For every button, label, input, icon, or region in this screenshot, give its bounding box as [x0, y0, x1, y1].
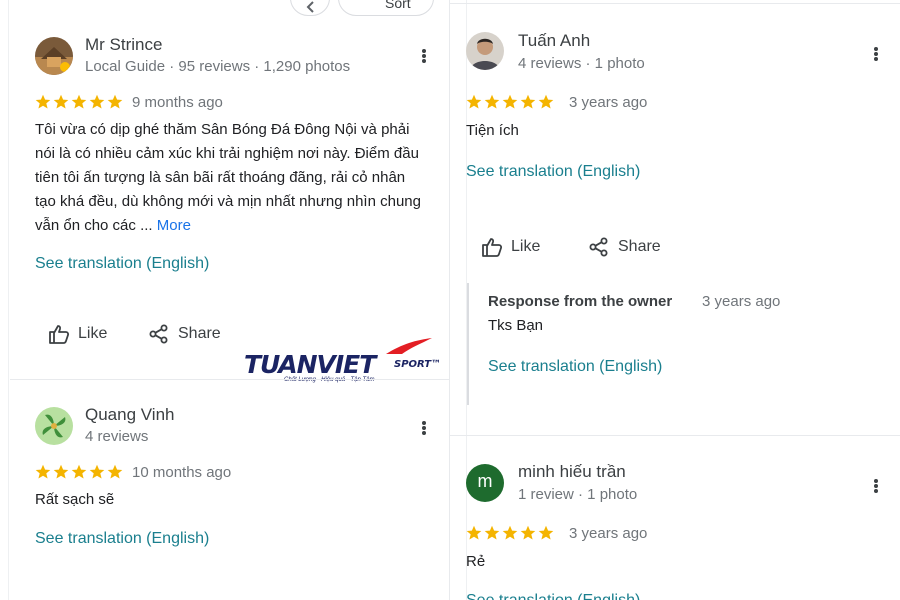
see-translation-link[interactable]: See translation (English) — [466, 592, 640, 600]
avatar[interactable]: m — [466, 464, 504, 502]
star-rating — [466, 94, 556, 110]
chevron-left-icon — [306, 1, 314, 13]
see-translation-link[interactable]: See translation (English) — [35, 530, 209, 548]
star-icon — [484, 94, 500, 109]
see-translation-link[interactable]: See translation (English) — [466, 163, 640, 181]
star-icon — [538, 525, 554, 540]
reviewer-meta: Local Guide · 95 reviews · 1,290 photos — [85, 58, 351, 75]
review-time: 3 years ago — [569, 525, 648, 542]
review-time: 10 months ago — [132, 464, 232, 481]
star-icon — [502, 525, 518, 540]
review-time: 9 months ago — [132, 94, 223, 111]
more-options-button[interactable] — [866, 44, 886, 64]
more-options-button[interactable] — [414, 418, 434, 438]
back-chip-button[interactable] — [290, 0, 330, 16]
review-time: 3 years ago — [569, 94, 648, 111]
star-icon — [71, 464, 87, 479]
see-translation-link[interactable]: See translation (English) — [488, 358, 662, 376]
star-icon — [71, 94, 87, 109]
review-text: Rẻ — [466, 553, 486, 570]
review-text-content: Tôi vừa có dịp ghé thăm Sân Bóng Đá Đông… — [35, 121, 421, 234]
like-label: Like — [78, 325, 108, 342]
star-icon — [538, 94, 554, 109]
tuanviet-sport-logo: TUANVIET SPORT™ Chất Lượng - Hiệu quả - … — [244, 336, 444, 390]
owner-response-title: Response from the owner — [488, 293, 673, 310]
star-icon — [53, 94, 69, 109]
star-icon — [466, 94, 482, 109]
owner-response-text: Tks Bạn — [488, 317, 544, 334]
reviewer-name[interactable]: Mr Strince — [85, 35, 162, 55]
share-label: Share — [178, 325, 221, 342]
avatar[interactable] — [466, 32, 504, 70]
review-separator — [450, 435, 900, 436]
more-options-button[interactable] — [414, 46, 434, 66]
star-icon — [35, 464, 51, 479]
thumbs-up-icon — [482, 238, 503, 257]
left-column-edge — [8, 0, 9, 600]
like-button[interactable]: Like — [48, 324, 118, 346]
avatar[interactable] — [35, 407, 73, 445]
star-icon — [484, 525, 500, 540]
star-icon — [53, 464, 69, 479]
sort-label: Sort — [385, 0, 411, 11]
reviewer-name[interactable]: minh hiếu trần — [518, 462, 626, 482]
star-icon — [107, 464, 123, 479]
avatar[interactable] — [35, 37, 73, 75]
logo-tagline: Chất Lượng - Hiệu quả - Tận Tâm — [284, 377, 375, 383]
star-icon — [520, 525, 536, 540]
share-label: Share — [618, 238, 661, 255]
review-text: Tôi vừa có dịp ghé thăm Sân Bóng Đá Đông… — [35, 118, 425, 238]
like-button[interactable]: Like — [481, 237, 551, 259]
like-label: Like — [511, 238, 541, 255]
column-divider — [449, 0, 450, 600]
reviewer-meta: 4 reviews · 1 photo — [518, 55, 645, 72]
avatar-letter: m — [477, 471, 493, 491]
star-rating — [35, 94, 125, 110]
reviewer-name[interactable]: Tuấn Anh — [518, 31, 590, 51]
owner-response-time: 3 years ago — [702, 293, 781, 310]
reviewer-meta: 4 reviews — [85, 428, 149, 445]
more-link[interactable]: More — [157, 217, 191, 234]
share-icon — [589, 237, 608, 257]
thumbs-up-icon — [49, 325, 70, 344]
review-separator — [10, 379, 449, 380]
star-icon — [35, 94, 51, 109]
more-options-button[interactable] — [866, 476, 886, 496]
see-translation-link[interactable]: See translation (English) — [35, 255, 209, 273]
star-icon — [466, 525, 482, 540]
sort-chip-button[interactable]: Sort — [338, 0, 434, 16]
logo-brand: TUANVIET — [244, 350, 376, 379]
logo-swoosh-icon — [386, 338, 432, 354]
star-icon — [107, 94, 123, 109]
star-icon — [502, 94, 518, 109]
reviewer-meta: 1 review · 1 photo — [518, 486, 638, 503]
reviewer-name[interactable]: Quang Vinh — [85, 405, 174, 425]
star-icon — [520, 94, 536, 109]
share-button[interactable]: Share — [588, 237, 668, 259]
review-separator — [450, 3, 900, 4]
star-icon — [89, 94, 105, 109]
share-button[interactable]: Share — [148, 324, 228, 346]
star-icon — [89, 464, 105, 479]
review-text: Rất sạch sẽ — [35, 491, 115, 508]
logo-brand-suffix: SPORT™ — [394, 359, 442, 370]
share-icon — [149, 324, 168, 344]
review-text: Tiện ích — [466, 122, 519, 139]
star-rating — [35, 464, 125, 480]
owner-response: Response from the owner 3 years ago Tks … — [467, 283, 887, 405]
star-rating — [466, 525, 556, 541]
